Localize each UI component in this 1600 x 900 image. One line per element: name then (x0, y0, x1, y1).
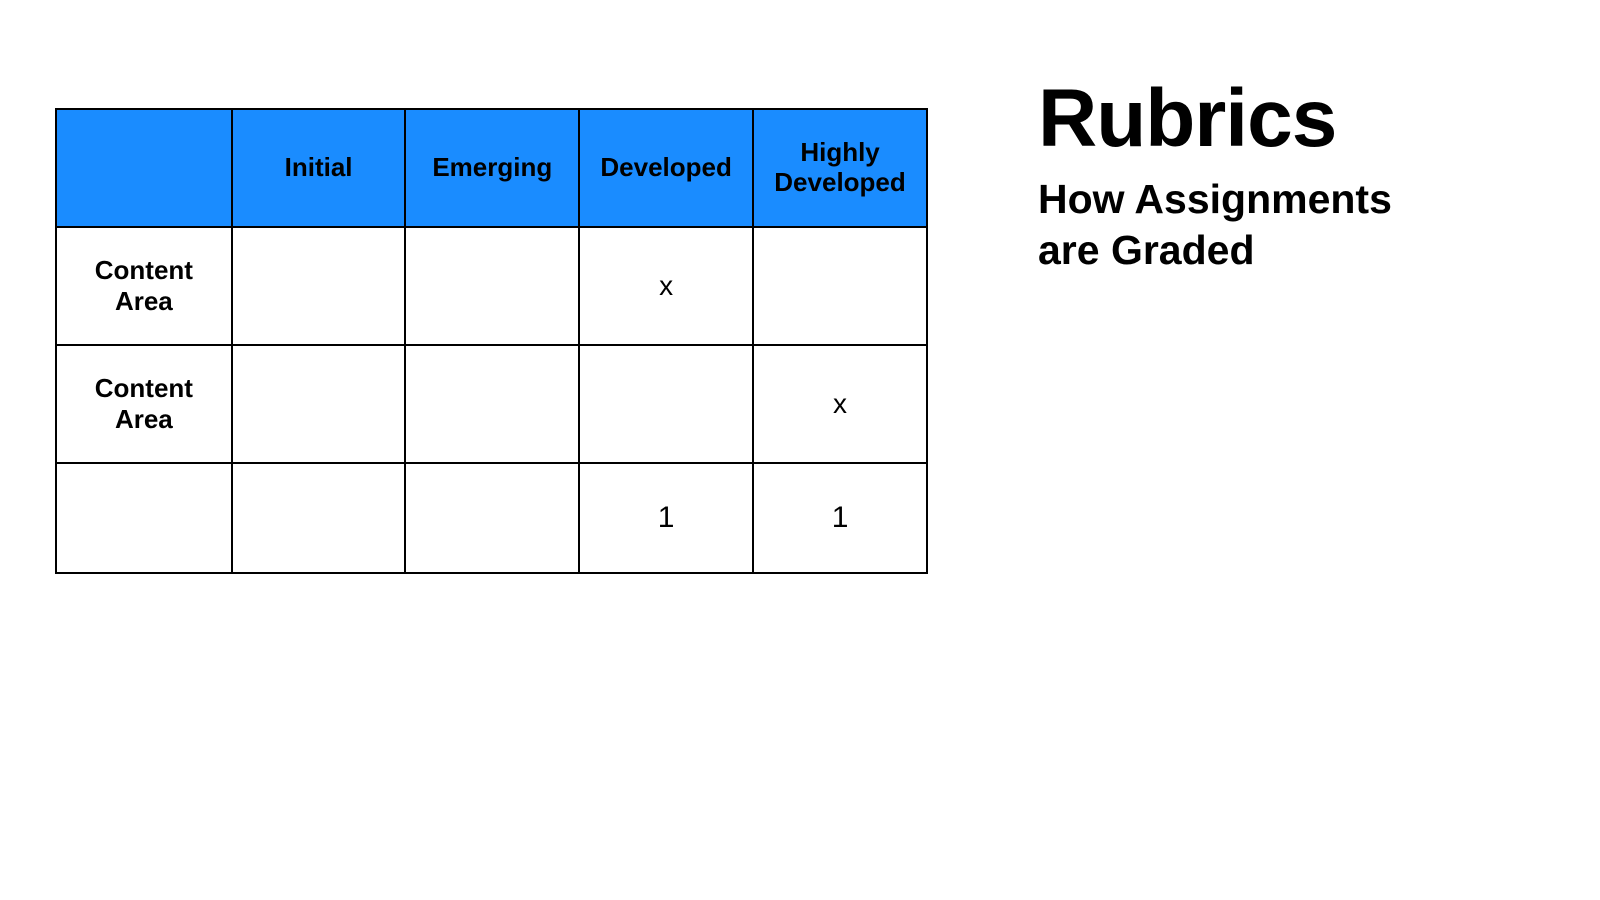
total-highly: 1 (753, 463, 927, 573)
cell-initial (232, 227, 406, 345)
row-label (56, 463, 232, 573)
cell-developed (579, 345, 753, 463)
table-row-totals: 1 1 (56, 463, 927, 573)
header-highly-line2: Developed (774, 167, 906, 197)
table-row: Content Area x (56, 227, 927, 345)
row-label: Content Area (56, 345, 232, 463)
cell-initial (232, 345, 406, 463)
header-initial: Initial (232, 109, 406, 227)
cell-highly: x (753, 345, 927, 463)
row-label: Content Area (56, 227, 232, 345)
title-block: Rubrics How Assignments are Graded (1038, 78, 1558, 277)
table-row: Content Area x (56, 345, 927, 463)
total-emerging (405, 463, 579, 573)
header-emerging: Emerging (405, 109, 579, 227)
total-developed: 1 (579, 463, 753, 573)
page-title: Rubrics (1038, 78, 1558, 160)
total-initial (232, 463, 406, 573)
cell-highly (753, 227, 927, 345)
slide: Initial Emerging Developed Highly Develo… (0, 0, 1600, 900)
cell-emerging (405, 227, 579, 345)
header-highly-line1: Highly (800, 137, 879, 167)
subtitle-line1: How Assignments (1038, 176, 1392, 222)
subtitle-line2: are Graded (1038, 227, 1255, 273)
header-developed: Developed (579, 109, 753, 227)
rubric-table: Initial Emerging Developed Highly Develo… (55, 108, 928, 574)
page-subtitle: How Assignments are Graded (1038, 174, 1558, 277)
cell-developed: x (579, 227, 753, 345)
header-highly-developed: Highly Developed (753, 109, 927, 227)
cell-emerging (405, 345, 579, 463)
table-header-row: Initial Emerging Developed Highly Develo… (56, 109, 927, 227)
header-blank (56, 109, 232, 227)
